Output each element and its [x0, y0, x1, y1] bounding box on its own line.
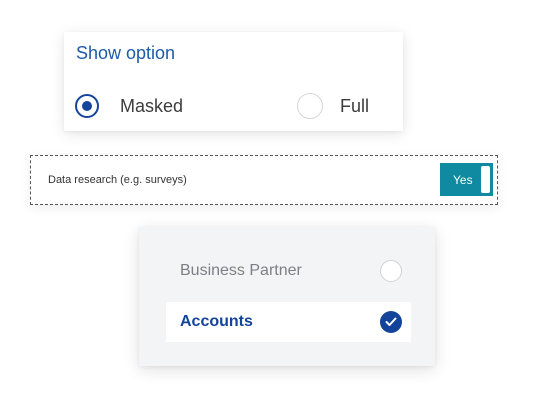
radio-label-full: Full [340, 95, 370, 116]
empty-circle-icon[interactable] [380, 260, 402, 282]
consent-row: Data research (e.g. surveys) Yes [30, 155, 498, 205]
show-option-card: Show option Masked Full [64, 32, 403, 131]
radio-option-masked[interactable]: Masked [75, 91, 183, 121]
toggle-knob [481, 166, 490, 193]
radio-option-full[interactable]: Full [297, 91, 369, 121]
checkmark-circle-icon[interactable] [380, 311, 402, 333]
list-item-label: Business Partner [180, 262, 302, 279]
toggle-label: Yes [453, 173, 473, 187]
checkmark-icon [385, 317, 397, 326]
show-option-title: Show option [76, 43, 176, 63]
consent-toggle[interactable]: Yes [440, 163, 493, 196]
list-item-label: Accounts [180, 313, 253, 330]
list-item-accounts[interactable]: Accounts [166, 302, 411, 342]
radio-selected-icon[interactable] [75, 94, 99, 118]
selection-list-card: Business Partner Accounts [139, 227, 435, 366]
radio-unselected-icon[interactable] [297, 93, 323, 119]
list-item-business-partner[interactable]: Business Partner [166, 251, 411, 291]
consent-label: Data research (e.g. surveys) [48, 174, 187, 186]
radio-label-masked: Masked [120, 95, 184, 116]
